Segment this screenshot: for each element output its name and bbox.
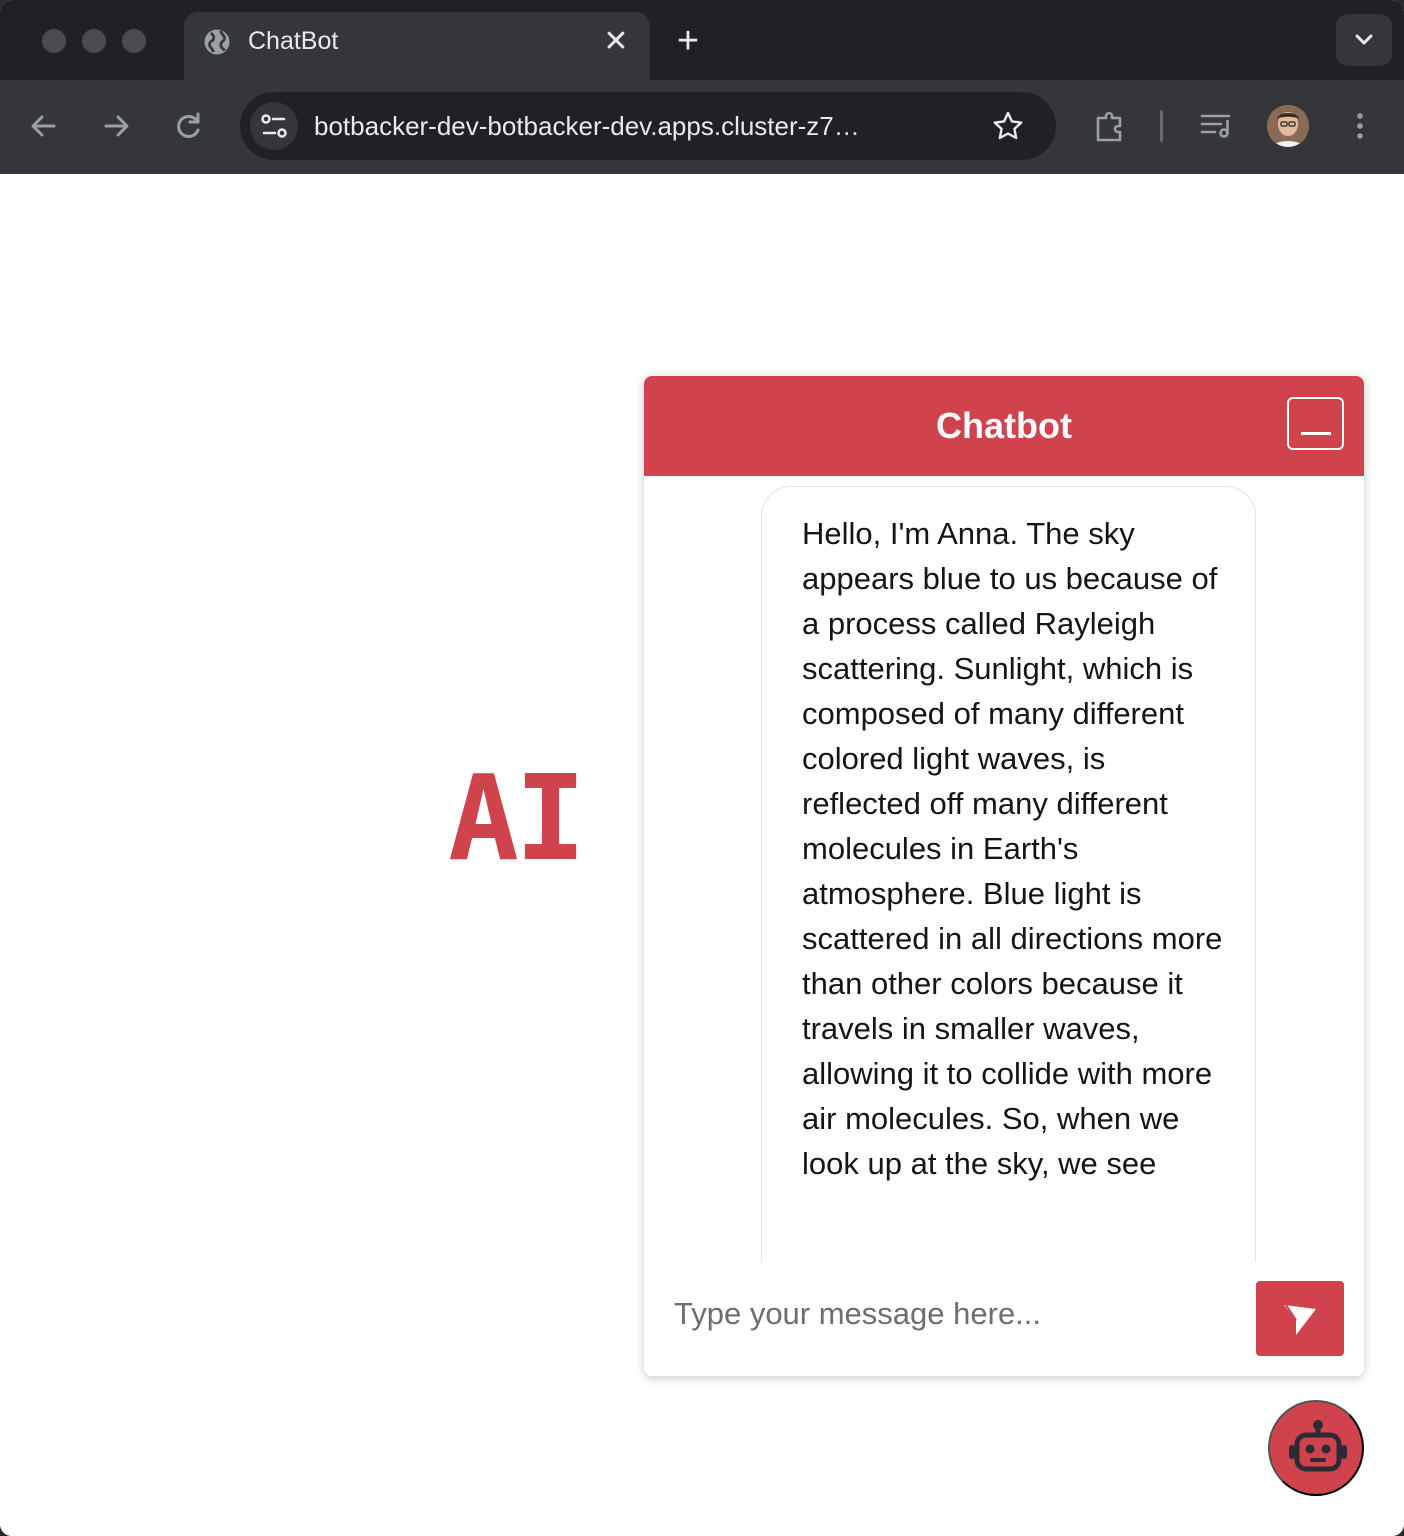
tab-search-button[interactable] (1336, 14, 1392, 66)
send-button[interactable] (1256, 1281, 1344, 1356)
page-content: AI Chatbot Hello, I'm Anna. The sky appe… (0, 174, 1404, 1536)
new-tab-button[interactable]: + (668, 22, 708, 62)
star-icon[interactable] (990, 108, 1026, 144)
message-list[interactable]: Hello, I'm Anna. The sky appears blue to… (644, 476, 1364, 1262)
tab-close-icon[interactable]: ✕ (598, 24, 634, 60)
chevron-down-icon (1355, 34, 1373, 45)
robot-icon (1289, 1420, 1347, 1472)
window-close-dot[interactable] (42, 29, 66, 53)
url-text[interactable]: botbacker-dev-botbacker-dev.apps.cluster… (314, 110, 974, 142)
chatbot-toggle-button[interactable] (1268, 1400, 1364, 1496)
chat-panel: Chatbot Hello, I'm Anna. The sky appears… (644, 376, 1364, 1376)
chat-title: Chatbot (936, 405, 1072, 446)
toolbar-divider (1160, 110, 1163, 142)
send-icon (1284, 1304, 1316, 1335)
window-zoom-dot[interactable] (122, 29, 146, 53)
site-info-button[interactable] (250, 102, 298, 150)
message-input[interactable] (674, 1284, 1244, 1344)
minimize-icon (1301, 432, 1331, 435)
tab-title: ChatBot (248, 27, 339, 55)
person-avatar-icon (1267, 105, 1309, 147)
window-minimize-dot[interactable] (82, 29, 106, 53)
chat-header: Chatbot (644, 376, 1364, 476)
arrow-right-icon[interactable] (94, 104, 138, 148)
tab-strip: ChatBot ✕ + (0, 0, 1404, 80)
kebab-icon[interactable] (1340, 106, 1380, 146)
profile-avatar[interactable] (1267, 105, 1309, 147)
reload-icon[interactable] (166, 104, 210, 148)
minimize-button[interactable] (1287, 397, 1344, 450)
tune-icon (261, 114, 287, 138)
browser-toolbar: botbacker-dev-botbacker-dev.apps.cluster… (0, 80, 1404, 174)
playlist-icon[interactable] (1197, 106, 1237, 146)
address-bar[interactable]: botbacker-dev-botbacker-dev.apps.cluster… (240, 92, 1056, 160)
ai-logo: AI (448, 749, 586, 887)
browser-tab[interactable]: ChatBot ✕ (184, 12, 650, 80)
puzzle-icon[interactable] (1090, 106, 1130, 146)
chat-input-row (644, 1262, 1364, 1376)
bot-message: Hello, I'm Anna. The sky appears blue to… (761, 486, 1256, 1262)
browser-window: ChatBot ✕ + botbacker-dev-botbacker-dev.… (0, 0, 1404, 1536)
arrow-left-icon[interactable] (22, 104, 66, 148)
globe-icon (204, 29, 230, 55)
